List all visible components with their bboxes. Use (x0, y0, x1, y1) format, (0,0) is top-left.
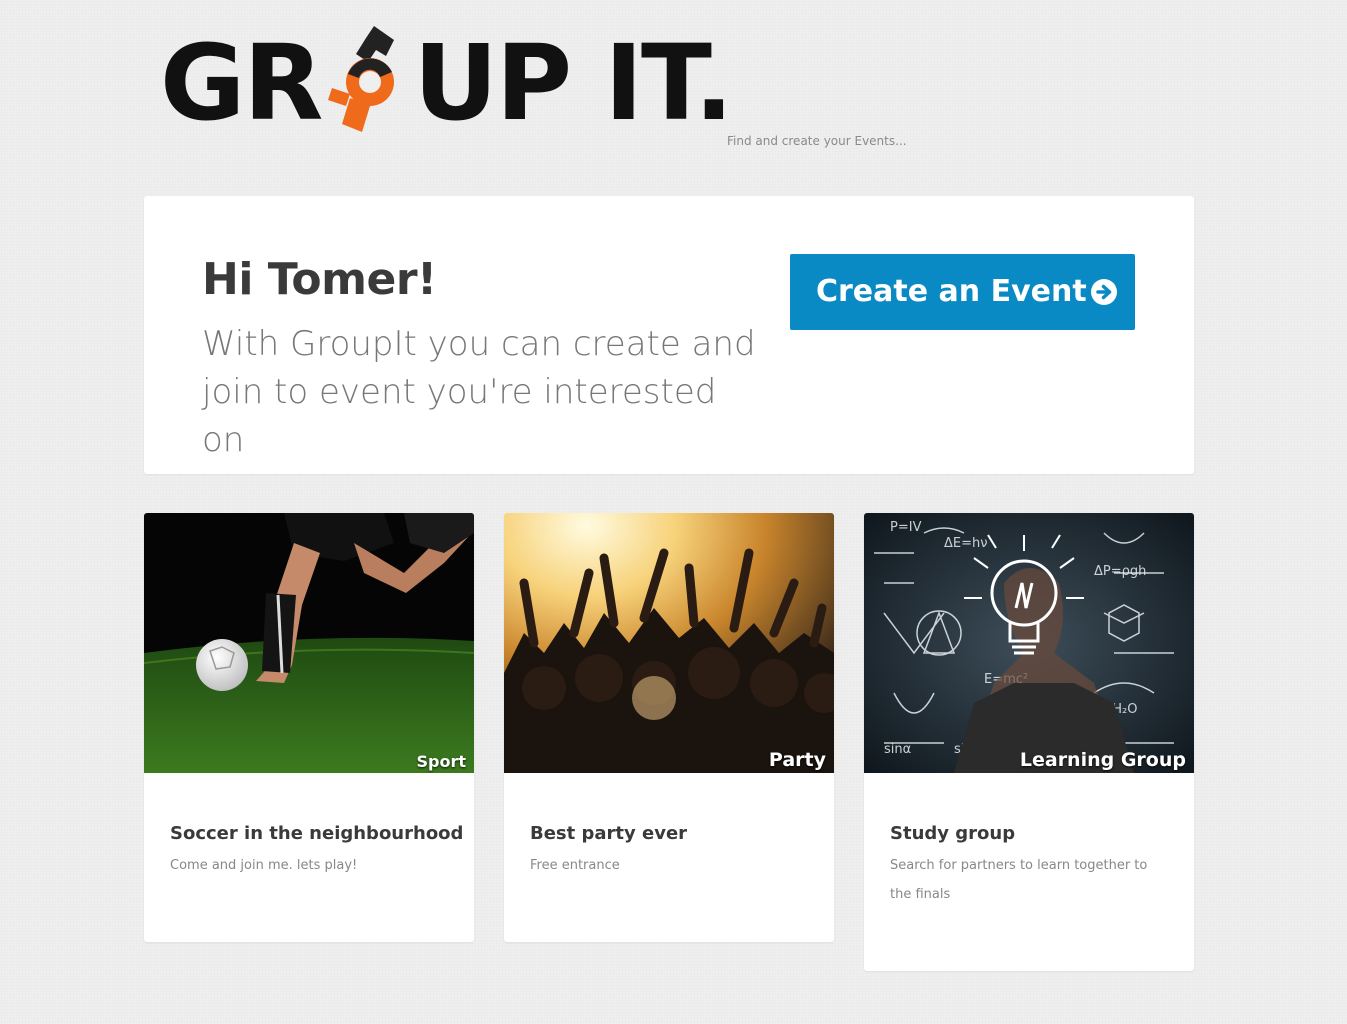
event-title: Soccer in the neighbourhood (170, 823, 464, 844)
event-card-party[interactable]: Party Best party ever Free entrance (504, 513, 834, 942)
wrench-o-icon (328, 26, 394, 132)
event-card-soccer[interactable]: Sport Soccer in the neighbourhood Come a… (144, 513, 474, 942)
event-description: Come and join me. lets play! (170, 858, 358, 873)
tagline: Find and create your Events... (727, 134, 907, 148)
svg-text:sinα: sinα (884, 742, 911, 757)
create-event-button[interactable]: Create an Event (790, 254, 1135, 330)
category-label: Learning Group (1019, 749, 1186, 771)
svg-text:ΔP=ρgh: ΔP=ρgh (1094, 564, 1146, 579)
arrow-circle-right-icon (1091, 279, 1117, 305)
logo-text: GR UP IT. (160, 28, 734, 138)
event-description: Search for partners to learn together to… (890, 858, 1148, 902)
logo[interactable]: GR UP IT. (160, 20, 734, 140)
greeting-heading: Hi Tomer! (202, 254, 437, 305)
event-card-study[interactable]: P=IVΔE=hν ΔP=ρghE=mc² PV=nRT2H₂O sinαsin… (864, 513, 1194, 971)
event-title: Study group (890, 823, 1016, 844)
party-crowd-image: Party (504, 513, 834, 773)
category-label: Sport (416, 752, 466, 771)
svg-text:P=IV: P=IV (890, 520, 922, 535)
logo-text-left: GR (160, 22, 323, 144)
event-description: Free entrance (530, 858, 620, 873)
soccer-image: Sport (144, 513, 474, 773)
svg-text:ΔE=hν: ΔE=hν (944, 536, 988, 551)
study-lightbulb-image: P=IVΔE=hν ΔP=ρghE=mc² PV=nRT2H₂O sinαsin… (864, 513, 1194, 773)
intro-text: With GroupIt you can create and join to … (202, 324, 756, 460)
event-title: Best party ever (530, 823, 688, 844)
logo-text-right: UP IT. (413, 22, 733, 144)
welcome-panel: Hi Tomer! With GroupIt you can create an… (144, 196, 1194, 474)
create-event-label: Create an Event (816, 274, 1087, 309)
category-label: Party (768, 749, 826, 771)
